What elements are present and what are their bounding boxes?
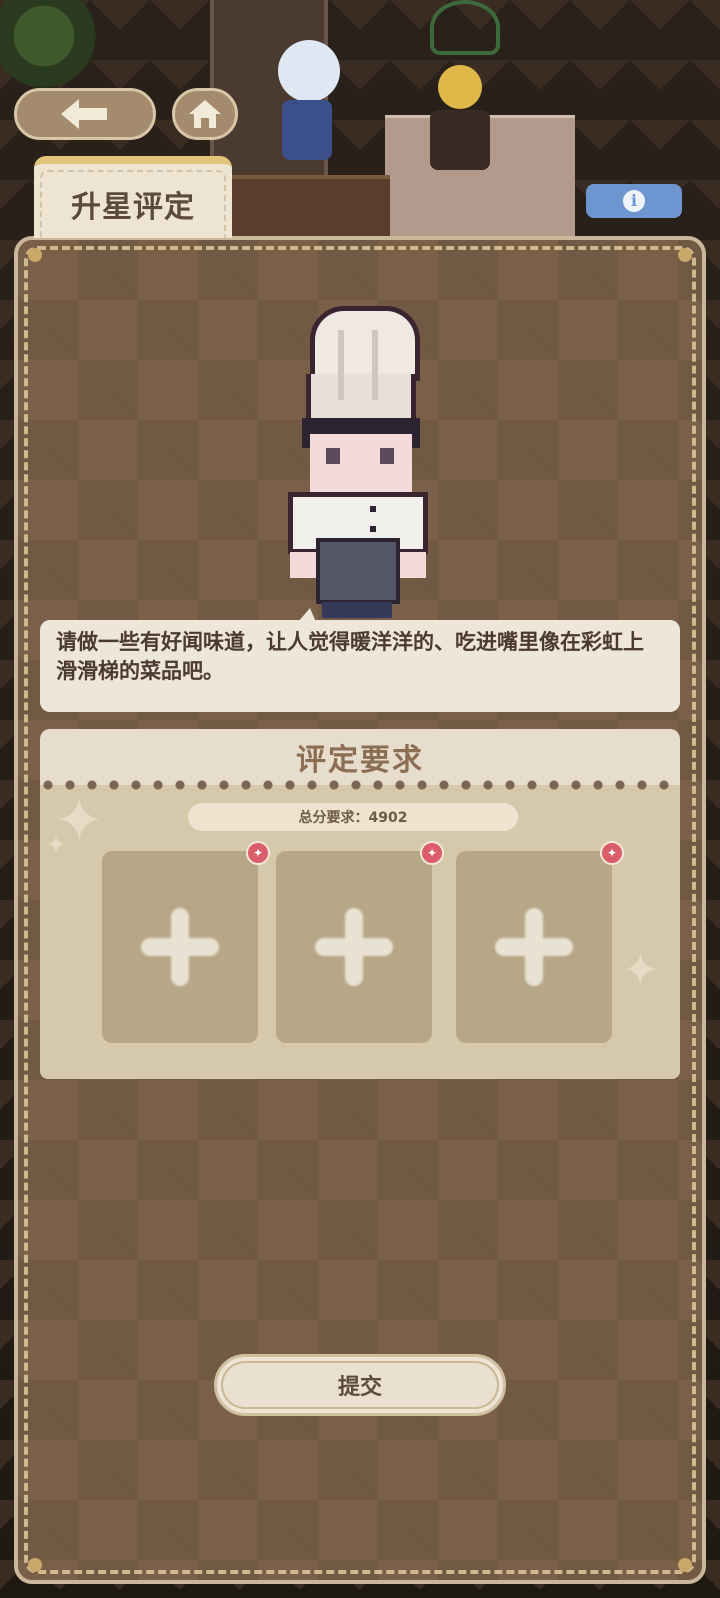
chef-character bbox=[282, 306, 432, 618]
submit-button[interactable]: 提交 bbox=[214, 1354, 506, 1416]
dialogue-text: 请做一些有好闻味道，让人觉得暖洋洋的、吃进嘴里像在彩虹上滑滑梯的菜品吧。 bbox=[56, 630, 644, 683]
add-icon bbox=[141, 908, 219, 986]
info-icon: i bbox=[623, 190, 645, 212]
arrow-left-icon bbox=[61, 99, 107, 129]
page-title: 升星评定 bbox=[71, 190, 195, 225]
scene-tree bbox=[0, 0, 110, 90]
scallop-edge bbox=[40, 779, 680, 791]
home-icon bbox=[189, 100, 221, 128]
home-button[interactable] bbox=[172, 88, 238, 140]
requirements-box: ✦ ✦ ✦ 总分要求：4902 ✦ ✦ ✦ bbox=[40, 779, 680, 1079]
slot-badge-3: ✦ bbox=[600, 841, 624, 865]
scene-character-2 bbox=[420, 55, 500, 175]
submit-label: 提交 bbox=[337, 1375, 382, 1400]
scene-character-1 bbox=[268, 40, 348, 170]
sparkle-icon: ✦ bbox=[46, 831, 67, 859]
slot-badge-2: ✦ bbox=[420, 841, 444, 865]
corner-rivet bbox=[28, 1558, 42, 1572]
scene-counter bbox=[230, 175, 390, 239]
slot-badge-1: ✦ bbox=[246, 841, 270, 865]
corner-rivet bbox=[28, 248, 42, 262]
title-tab: 升星评定 bbox=[34, 156, 232, 238]
speech-bubble: 请做一些有好闻味道，让人觉得暖洋洋的、吃进嘴里像在彩虹上滑滑梯的菜品吧。 bbox=[40, 620, 680, 712]
sparkle-icon: ✦ bbox=[622, 945, 659, 996]
back-button[interactable] bbox=[14, 88, 156, 140]
requirements-title: 评定要求 bbox=[296, 743, 424, 778]
dish-slot-2[interactable] bbox=[276, 851, 432, 1043]
scene-emblem bbox=[430, 0, 500, 55]
requirements-header: 评定要求 bbox=[40, 729, 680, 785]
add-icon bbox=[315, 908, 393, 986]
corner-rivet bbox=[678, 248, 692, 262]
corner-rivet bbox=[678, 1558, 692, 1572]
dish-slot-3[interactable] bbox=[456, 851, 612, 1043]
info-button[interactable]: i bbox=[586, 184, 682, 218]
total-score-requirement: 总分要求：4902 bbox=[188, 803, 518, 831]
dish-slot-1[interactable] bbox=[102, 851, 258, 1043]
add-icon bbox=[495, 908, 573, 986]
